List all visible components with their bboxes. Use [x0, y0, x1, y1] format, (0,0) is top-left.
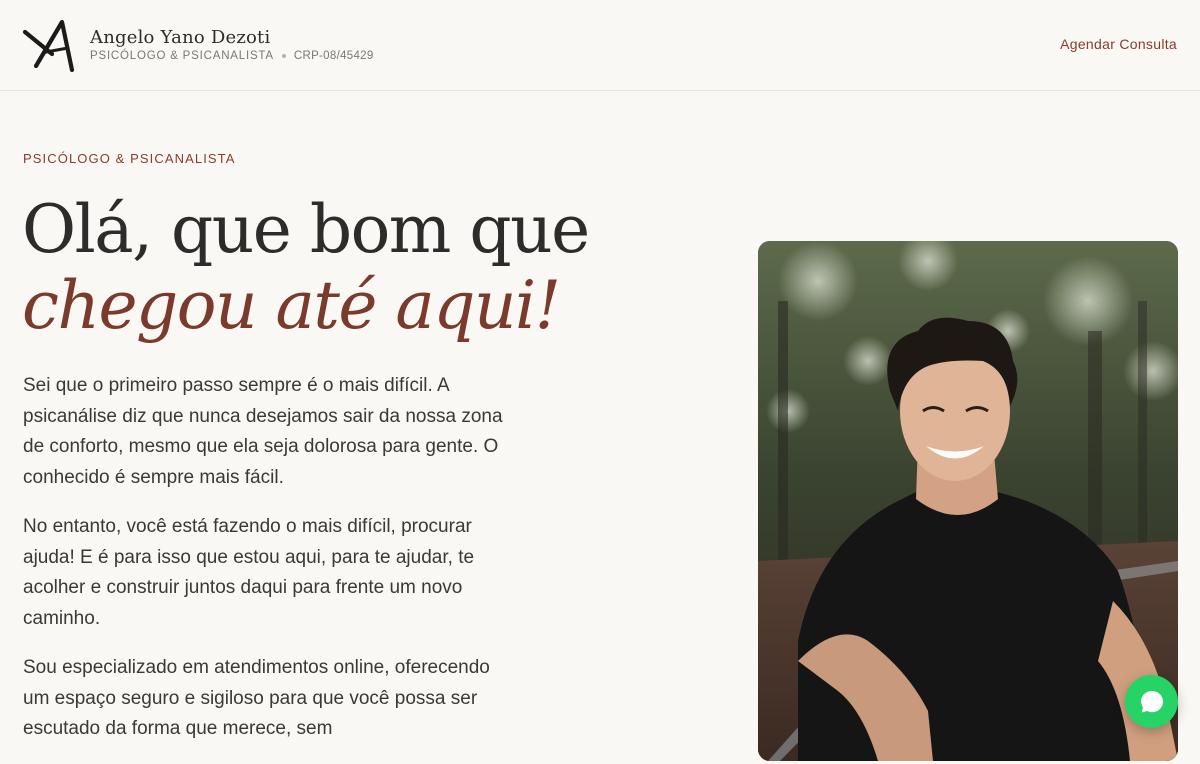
hero-paragraph: Sei que o primeiro passo sempre é o mais…	[23, 375, 503, 488]
headline-line-1: Olá, que bom que	[22, 191, 590, 268]
hero-headline: Olá, que bom que chegou até aqui!	[22, 191, 590, 344]
hero-copy: Sei que o primeiro passo sempre é o mais…	[23, 371, 513, 764]
profile-photo	[758, 241, 1178, 761]
whatsapp-chat-button[interactable]	[1125, 675, 1178, 728]
brand-role: PSICÓLOGO & PSICANALISTA	[90, 50, 274, 62]
hero-paragraph: Sou especializado em atendimentos online…	[23, 657, 490, 739]
whatsapp-icon	[1140, 690, 1163, 712]
headline-line-2: chegou até aqui!	[22, 267, 561, 344]
brand-crp: CRP-08/45429	[293, 50, 374, 62]
site-header: Angelo Yano Dezoti PSICÓLOGO & PSICANALI…	[0, 0, 1200, 91]
brand-subtitle: PSICÓLOGO & PSICANALISTA CRP-08/45429	[90, 50, 374, 62]
schedule-appointment-link[interactable]: Agendar Consulta	[1060, 36, 1177, 52]
hero-eyebrow: PSICÓLOGO & PSICANALISTA	[23, 151, 236, 166]
hero-paragraph: No entanto, você está fazendo o mais dif…	[23, 516, 475, 629]
monogram-a-icon	[22, 19, 75, 73]
separator-dot	[281, 54, 286, 58]
brand-name: Angelo Yano Dezoti	[90, 27, 271, 48]
